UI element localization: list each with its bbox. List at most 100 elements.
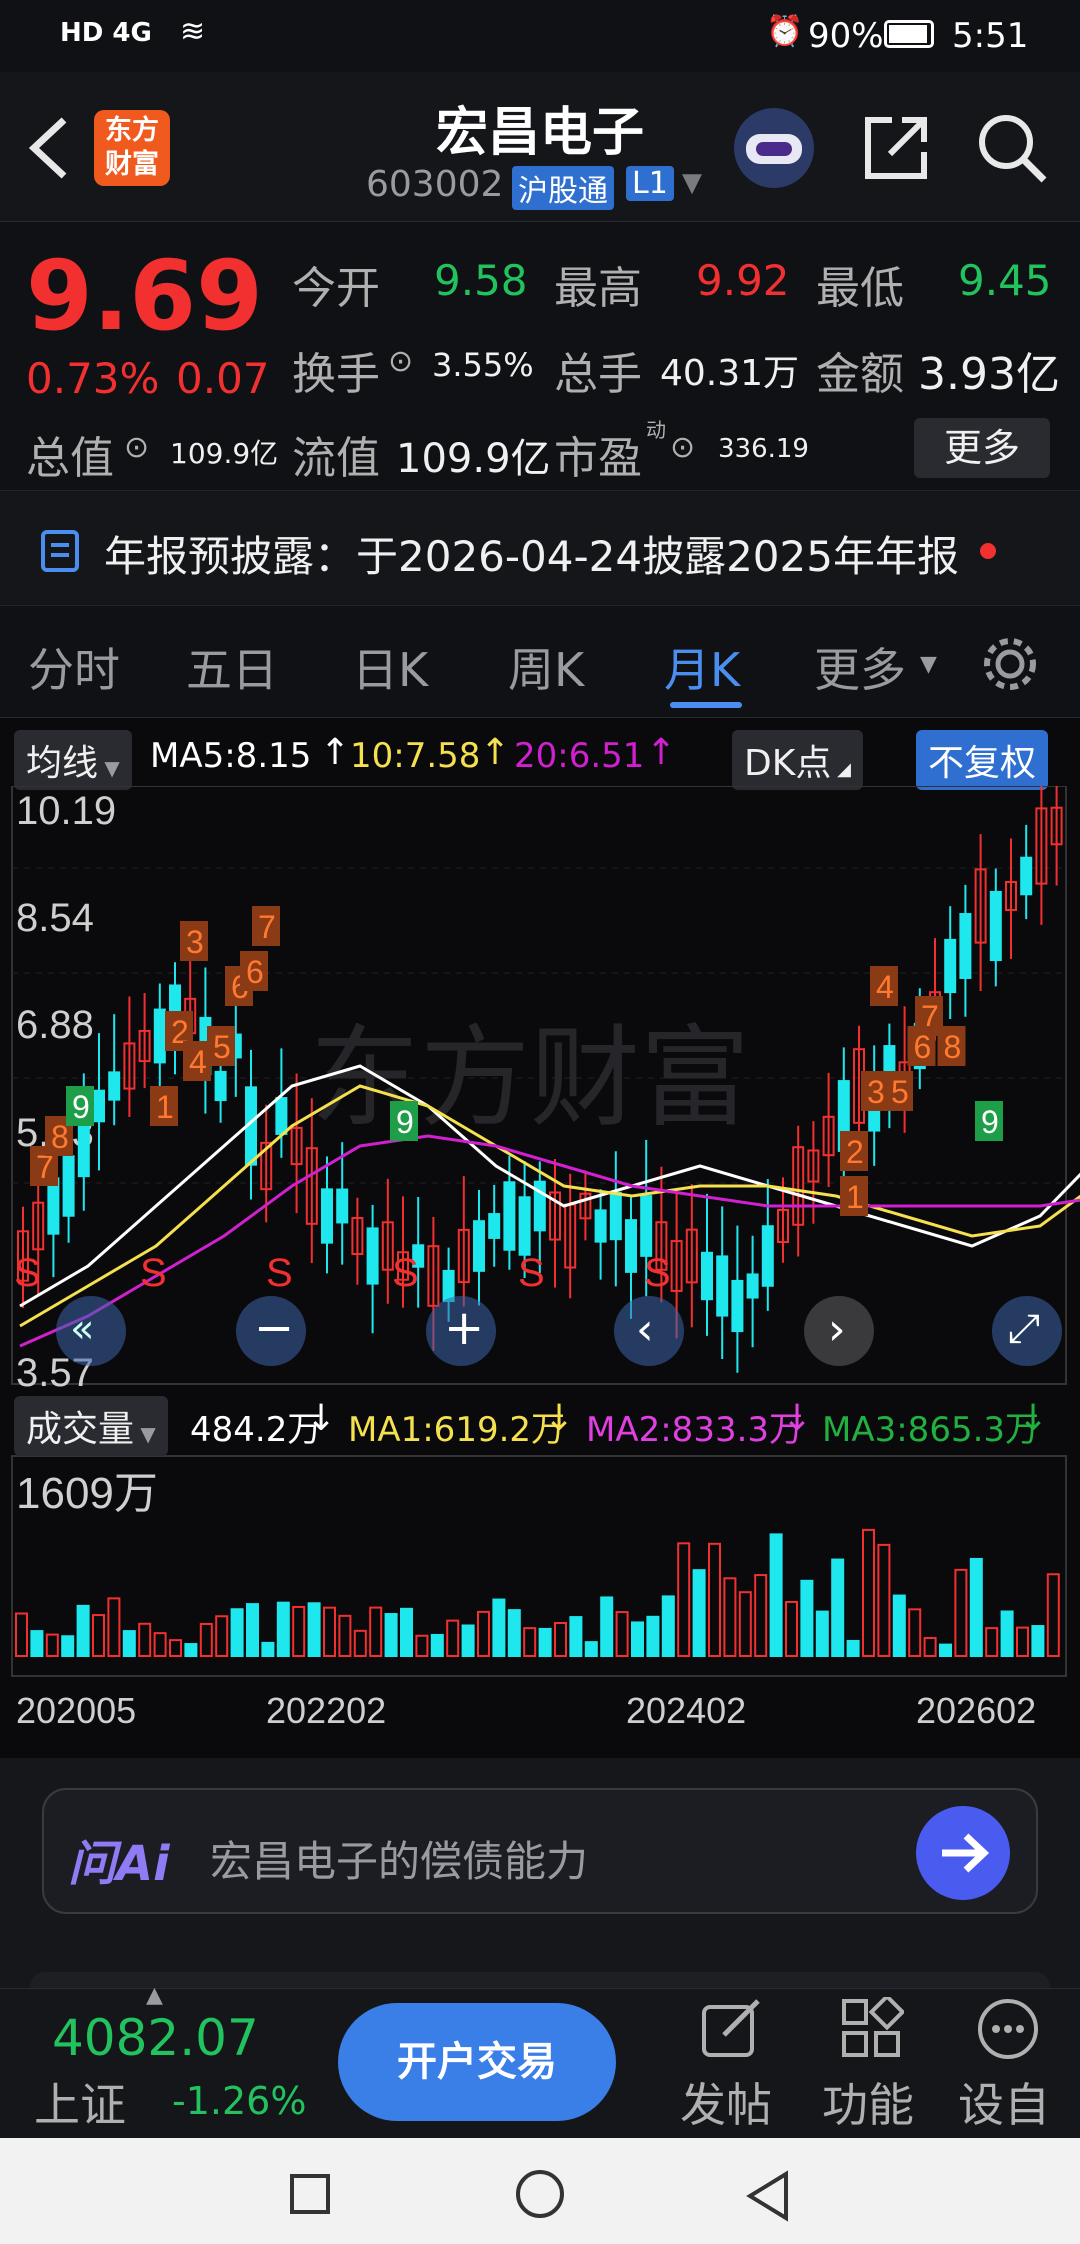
dk-point-selector[interactable]: DK点 ◢ [732,730,863,790]
float-value-label: 流值 [292,433,380,484]
candle-down [701,1251,713,1301]
candle-down [731,1279,744,1333]
chevron-up-icon[interactable]: ▲ [146,1983,163,2008]
candle-down [473,1220,485,1272]
candle-down [153,1008,166,1064]
sell-mark: S [14,1251,41,1295]
chevron-down-icon[interactable]: ▼ [682,168,702,198]
candle-down [214,1070,227,1102]
dk-tag-label: 4 [189,1044,207,1080]
vol-ma3-arrow: ↓ [1018,1398,1049,1439]
tab-weekly-k[interactable]: 周K [508,634,584,700]
volume-bar-up [45,1633,59,1657]
x-axis-label: 202005 [16,1690,136,1731]
kline-svg[interactable]: 东方财富10.198.546.885.233.57786912453679123… [0,786,1080,1758]
sell-mark: S [266,1251,293,1295]
price-tick-label: 6.88 [16,1003,94,1047]
dk-point-label: DK点 [744,743,832,784]
volume-bar-down [76,1604,90,1657]
candle-down [108,1071,121,1101]
home-icon[interactable] [516,2170,564,2218]
sell-mark: S [644,1251,671,1295]
ai-entry-area: 问Ai 宏昌电子的偿债能力 [0,1758,1080,2002]
settings-gear-icon[interactable] [980,634,1040,694]
volume-bar-down [661,1595,675,1658]
recent-apps-icon[interactable] [290,2174,330,2214]
ma20-arrow: ↑ [646,732,677,773]
volume-bar-down [646,1615,660,1658]
level-badge[interactable]: L1 [626,166,674,201]
info-icon[interactable]: ⊙ [124,430,149,465]
scroll-left-button[interactable]: ‹ [614,1296,684,1366]
volume-bar-down [600,1596,614,1658]
candle-down [1020,856,1033,896]
robot-assistant-icon[interactable] [734,108,814,188]
functions-label[interactable]: 功能 [822,2069,914,2135]
zoom-in-button[interactable]: + [426,1296,496,1366]
info-icon[interactable]: ⊙ [388,344,413,379]
volume-bar-down [969,1557,983,1658]
index-change: -1.26% [172,2079,307,2123]
volume-bar-up [169,1639,182,1657]
post-label[interactable]: 发帖 [680,2069,772,2135]
volume-bar-down [230,1608,244,1658]
adjust-mode-button[interactable]: 不复权 [916,730,1049,790]
ma-selector[interactable]: 均线 ▼ [14,730,132,790]
back-nav-icon[interactable] [744,2170,792,2222]
tab-intraday[interactable]: 分时 [28,634,120,700]
volume-bar-down [1031,1625,1045,1657]
pe-dynamic-mark: 动 [646,418,666,442]
alarm-icon: ⏰ [766,14,804,49]
volume-bar-up [353,1629,367,1658]
kline-chart-area: 均线 ▼ MA5:8.15 ↑ 10:7.58 ↑ 20:6.51 ↑ DK点 … [0,718,1080,1758]
zoom-out-button[interactable]: − [236,1296,306,1366]
functions-grid-icon[interactable] [840,1997,904,2061]
hk-connect-badge[interactable]: 沪股通 [512,166,614,210]
scroll-right-button[interactable]: › [804,1296,874,1366]
low-label: 最低 [816,263,904,314]
expand-icon: ⤢ [1008,1306,1040,1352]
ai-send-button[interactable] [916,1806,1010,1900]
custom-label[interactable]: 设自 [958,2069,1050,2135]
ma10-arrow: ↑ [480,732,511,773]
volume-bar-down [1000,1610,1014,1658]
candle-down [321,1188,333,1244]
sell-mark: S [392,1251,419,1295]
volume-bar-up [338,1614,352,1657]
x-axis-label: 202602 [916,1690,1036,1731]
volume-bar-up [862,1528,875,1657]
candle-down [518,1196,531,1256]
change-amount: 0.07 [176,354,270,403]
index-name[interactable]: 上证 [34,2069,126,2135]
tab-monthly-k[interactable]: 月K [664,634,740,700]
share-icon[interactable] [862,114,930,182]
open-account-trade-button[interactable]: 开户交易 [338,2003,616,2121]
info-icon[interactable]: ⊙ [670,430,695,465]
vol-ma1-legend: MA1:619.2万 [348,1410,566,1450]
volume-bar-up [292,1605,306,1658]
status-bar: HD 4G ≋ ⏰ 90% 5:51 [0,0,1080,72]
scroll-left-end-button[interactable]: « [56,1296,126,1366]
tab-more[interactable]: 更多 [814,634,906,700]
volume-bar-up [985,1627,999,1657]
price-tick-label: 8.54 [16,896,94,940]
search-icon[interactable] [976,112,1048,184]
volume-bar-up [1016,1626,1029,1657]
more-dots-icon[interactable] [976,1997,1040,2061]
notice-bar[interactable]: 年报预披露：于2026-04-24披露2025年年报 [0,490,1080,606]
volume-bar-down [507,1609,521,1658]
total-value: 109.9亿 [170,437,279,470]
volume-bar-down [569,1616,583,1658]
tab-daily-k[interactable]: 日K [352,634,428,700]
ai-question-box[interactable]: 问Ai 宏昌电子的偿债能力 [42,1788,1038,1914]
volume-selector[interactable]: 成交量 ▼ [14,1396,168,1456]
dk-tag-label: 7 [258,909,276,945]
price-tick-label: 10.19 [16,789,116,833]
candle-down [746,1273,759,1299]
fullscreen-button[interactable]: ⤢ [992,1296,1062,1366]
more-button[interactable]: 更多 [914,418,1050,478]
dk-tag-label: 5 [213,1029,231,1065]
index-value[interactable]: 4082.07 [52,2009,259,2067]
tab-five-day[interactable]: 五日 [186,634,278,700]
edit-post-icon[interactable] [700,1997,764,2061]
